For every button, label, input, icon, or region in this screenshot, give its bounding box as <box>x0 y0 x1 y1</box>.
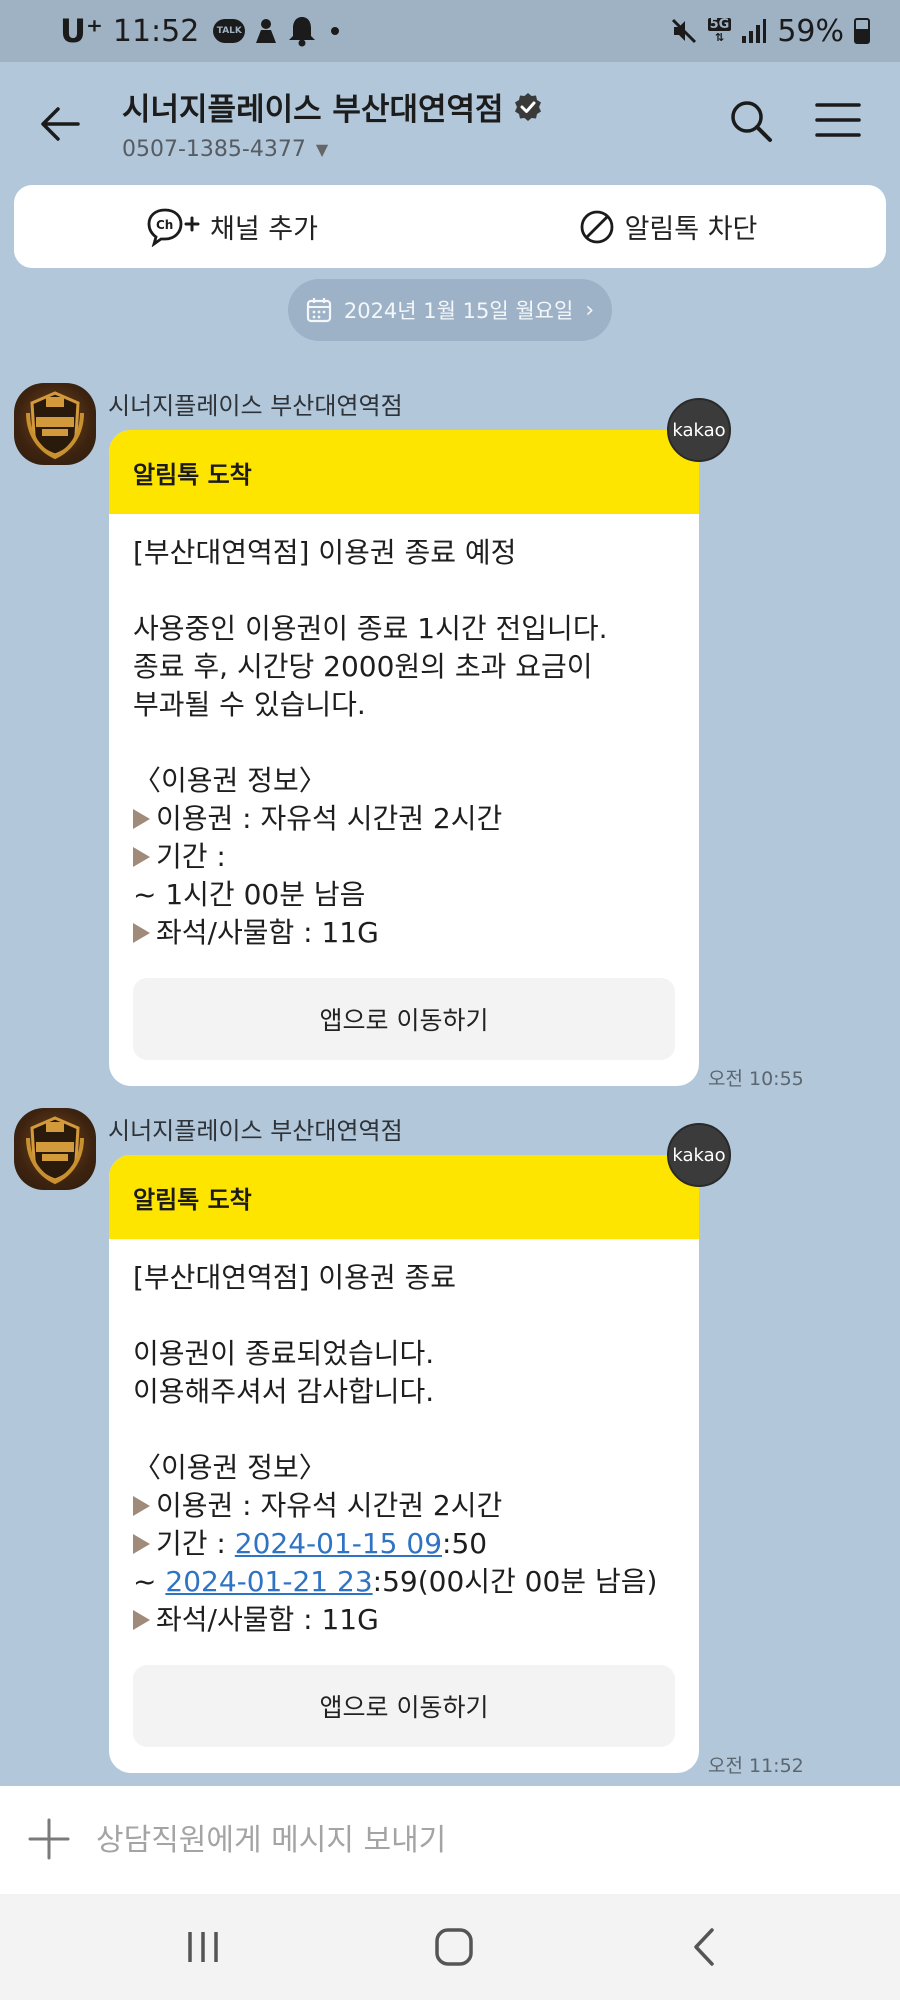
hamburger-menu-icon[interactable] <box>814 100 862 140</box>
block-alimtalk-button[interactable]: 알림톡 차단 <box>450 185 886 268</box>
chevron-down-icon[interactable]: ▼ <box>316 140 328 159</box>
back-icon[interactable] <box>682 1924 728 1970</box>
channel-avatar[interactable] <box>14 383 96 465</box>
add-channel-label: 채널 추가 <box>210 214 318 245</box>
message-text: 좌석/사물함 : 11G <box>156 916 379 949</box>
person-notification-icon <box>256 19 277 43</box>
message-text: 이용권 : 자유석 시간권 2시간 <box>156 1489 503 1522</box>
bullet-triangle-icon <box>133 923 150 943</box>
verified-badge-icon <box>514 92 541 121</box>
bullet-triangle-icon <box>133 1534 150 1554</box>
message-section-title: 〈이용권 정보〉 <box>133 1451 327 1484</box>
channel-title: 시너지플레이스 부산대연역점 <box>122 92 504 128</box>
channel-action-bar: Ch 채널 추가 알림톡 차단 <box>14 185 886 268</box>
system-nav-bar <box>0 1894 900 2000</box>
status-time: 11:52 <box>112 13 200 49</box>
home-icon[interactable] <box>431 1924 477 1970</box>
message-text: 이용권이 종료되었습니다. <box>133 1337 435 1370</box>
open-app-button[interactable]: 앱으로 이동하기 <box>133 978 675 1060</box>
signal-icon <box>742 19 767 43</box>
message-time: 오전 11:52 <box>708 1755 804 1777</box>
chat-header: 시너지플레이스 부산대연역점 0507-1385-4377 ▼ <box>0 62 900 182</box>
bullet-triangle-icon <box>133 1496 150 1516</box>
message-sender: 시너지플레이스 부산대연역점 <box>108 392 403 420</box>
message-time: 오전 10:55 <box>708 1068 804 1090</box>
bullet-triangle-icon <box>133 1610 150 1630</box>
message-text: 기간 : <box>156 1527 235 1560</box>
carrier-label: U⁺ <box>60 12 103 50</box>
message-text: 사용중인 이용권이 종료 1시간 전입니다. <box>133 612 608 645</box>
alimtalk-header: 알림톡 도착 <box>109 1155 699 1239</box>
search-icon[interactable] <box>728 98 774 144</box>
open-app-button[interactable]: 앱으로 이동하기 <box>133 1665 675 1747</box>
message-title: [부산대연역점] 이용권 종료 예정 <box>133 536 517 569</box>
calendar-icon <box>306 298 331 323</box>
date-label: 2024년 1월 15일 월요일 <box>343 299 574 323</box>
plus-icon[interactable] <box>28 1818 70 1860</box>
battery-icon <box>854 18 870 44</box>
kakao-badge-icon: kakao <box>667 1123 731 1187</box>
date-link[interactable]: 2024-01-15 09 <box>235 1527 442 1560</box>
alimtalk-message-bubble: 알림톡 도착 [부산대연역점] 이용권 종료 예정 사용중인 이용권이 종료 1… <box>109 430 699 1086</box>
message-text: 이용권 : 자유석 시간권 2시간 <box>156 802 503 835</box>
mute-icon <box>671 18 696 44</box>
alimtalk-message-bubble: 알림톡 도착 [부산대연역점] 이용권 종료 이용권이 종료되었습니다. 이용해… <box>109 1155 699 1773</box>
channel-info[interactable]: 시너지플레이스 부산대연역점 0507-1385-4377 ▼ <box>122 84 544 162</box>
message-text: 부과될 수 있습니다. <box>133 688 366 721</box>
alimtalk-header: 알림톡 도착 <box>109 430 699 514</box>
chevron-right-icon: › <box>585 297 595 323</box>
add-channel-button[interactable]: Ch 채널 추가 <box>14 185 450 268</box>
message-input[interactable] <box>96 1810 856 1870</box>
message-text: :50 <box>442 1527 488 1560</box>
bullet-triangle-icon <box>133 809 150 829</box>
message-text: 좌석/사물함 : 11G <box>156 1603 379 1636</box>
message-text: 기간 : <box>156 840 226 873</box>
back-arrow-icon[interactable] <box>36 100 84 148</box>
message-section-title: 〈이용권 정보〉 <box>133 764 327 797</box>
date-link[interactable]: 2024-01-21 23 <box>165 1565 372 1598</box>
add-channel-icon: Ch <box>147 208 200 247</box>
block-alimtalk-label: 알림톡 차단 <box>624 214 758 245</box>
channel-avatar[interactable] <box>14 1108 96 1190</box>
message-text: 이용해주셔서 감사합니다. <box>133 1375 435 1408</box>
svg-text:Ch: Ch <box>156 218 173 232</box>
battery-percent: 59% <box>777 13 844 49</box>
synergy-place-logo-icon <box>26 1116 84 1185</box>
recent-apps-icon[interactable] <box>180 1924 226 1970</box>
channel-phone: 0507-1385-4377 <box>122 137 306 162</box>
synergy-place-logo-icon <box>26 391 84 460</box>
date-divider[interactable]: 2024년 1월 15일 월요일 › <box>288 279 612 341</box>
more-notifications-dot-icon <box>331 27 340 35</box>
status-bar: U⁺ 11:52 TALK 5G ⇅ 59% <box>0 0 900 62</box>
bullet-triangle-icon <box>133 847 150 867</box>
bell-icon <box>289 17 316 47</box>
network-5g-icon: 5G ⇅ <box>707 17 732 44</box>
message-text: ~ 1시간 00분 남음 <box>133 878 366 911</box>
message-text: ~ <box>133 1565 166 1598</box>
block-icon <box>580 210 613 243</box>
message-input-bar <box>0 1786 900 1894</box>
message-text: :59(00시간 00분 남음) <box>372 1565 658 1598</box>
kakaotalk-notification-icon: TALK <box>213 19 246 43</box>
message-text: 종료 후, 시간당 2000원의 초과 요금이 <box>133 650 593 683</box>
message-sender: 시너지플레이스 부산대연역점 <box>108 1117 403 1145</box>
kakao-badge-icon: kakao <box>667 398 731 462</box>
message-title: [부산대연역점] 이용권 종료 <box>133 1261 457 1294</box>
